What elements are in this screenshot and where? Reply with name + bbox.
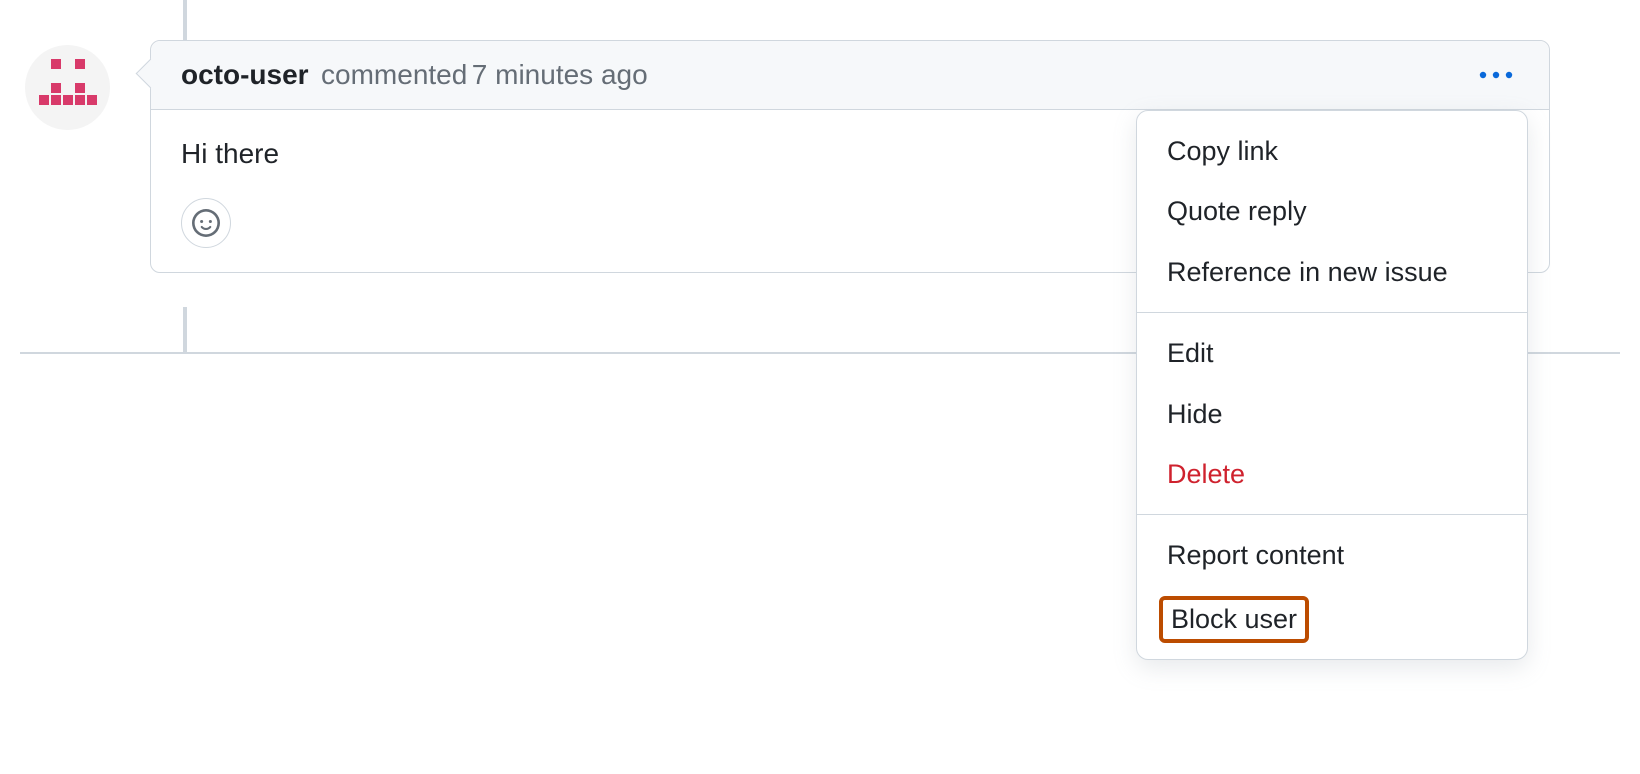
comment-author-link[interactable]: octo-user: [181, 59, 309, 90]
comment-actions-menu: Copy link Quote reply Reference in new i…: [1136, 110, 1528, 660]
timeline-line-top: [183, 0, 187, 40]
menu-item-report-content[interactable]: Report content: [1137, 525, 1527, 585]
menu-item-hide[interactable]: Hide: [1137, 384, 1527, 444]
menu-item-quote-reply[interactable]: Quote reply: [1137, 181, 1527, 241]
menu-item-copy-link[interactable]: Copy link: [1137, 121, 1527, 181]
menu-divider: [1137, 514, 1527, 515]
comment-actions-button[interactable]: [1473, 59, 1519, 91]
menu-item-edit[interactable]: Edit: [1137, 323, 1527, 383]
identicon: [39, 59, 97, 117]
comment-header: octo-user commented 7 minutes ago: [151, 41, 1549, 110]
comment-timestamp-link[interactable]: 7 minutes ago: [472, 59, 648, 90]
add-reaction-button[interactable]: [181, 198, 231, 248]
menu-item-block-user-wrap: Block user: [1137, 586, 1527, 649]
comment-header-text: octo-user commented 7 minutes ago: [181, 59, 648, 91]
page-root: octo-user commented 7 minutes ago Hi the…: [0, 0, 1640, 774]
comment-action-text: commented: [321, 59, 467, 90]
avatar[interactable]: [25, 45, 110, 130]
timeline-line-bottom: [183, 307, 187, 353]
menu-item-reference-issue[interactable]: Reference in new issue: [1137, 242, 1527, 302]
kebab-horizontal-icon: [1479, 71, 1513, 79]
menu-divider: [1137, 312, 1527, 313]
smiley-icon: [192, 209, 220, 237]
menu-item-delete[interactable]: Delete: [1137, 444, 1527, 504]
menu-item-block-user[interactable]: Block user: [1159, 596, 1309, 643]
